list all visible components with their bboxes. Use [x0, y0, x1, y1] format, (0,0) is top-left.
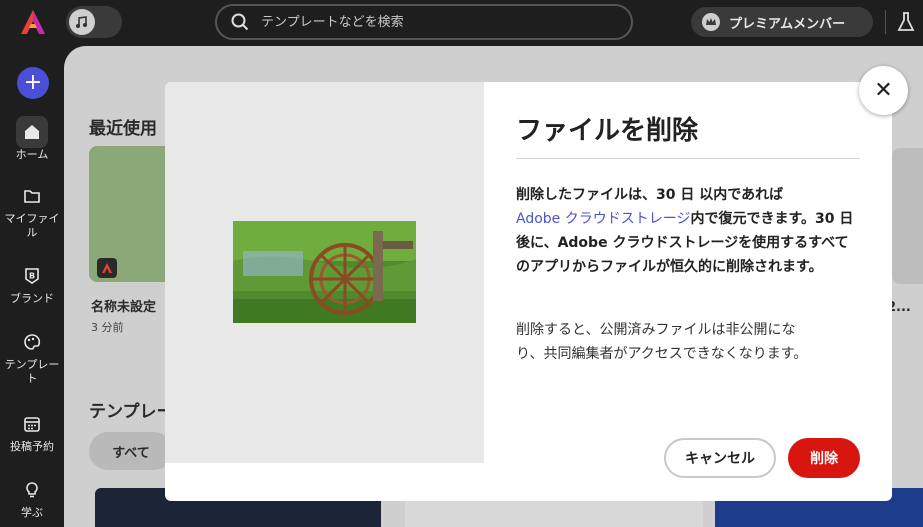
sidebar-item-label: ブランド — [10, 292, 54, 305]
recent-file-time: 3 分前 — [91, 321, 124, 334]
file-preview-image — [233, 221, 416, 323]
sidebar-item-learn[interactable]: 学ぶ — [0, 474, 64, 520]
home-icon — [25, 125, 39, 139]
preview-panel — [165, 82, 484, 463]
lightbulb-icon — [26, 482, 38, 498]
sidebar-item-my-files[interactable]: マイファイル — [0, 180, 64, 240]
delete-button[interactable]: 削除 — [788, 438, 860, 478]
sidebar-item-label: ホーム — [15, 148, 49, 161]
search-icon — [231, 13, 249, 31]
music-note-icon — [69, 9, 95, 35]
sidebar-item-schedule[interactable]: 投稿予約 — [0, 408, 64, 454]
filter-chip-all[interactable]: すべて — [89, 432, 173, 470]
dialog-title: ファイルを削除 — [516, 116, 699, 146]
close-dialog-button[interactable]: ✕ — [859, 66, 908, 115]
sidebar-item-home[interactable]: ホーム — [0, 116, 64, 162]
cancel-button[interactable]: キャンセル — [664, 438, 776, 478]
dialog-divider — [516, 158, 860, 159]
sidebar-item-label: 投稿予約 — [10, 440, 54, 453]
music-toggle[interactable] — [66, 6, 122, 38]
palette-icon — [24, 334, 41, 350]
sidebar-item-label: 学ぶ — [21, 506, 43, 519]
sidebar-item-label: テンプレート — [4, 358, 60, 385]
folder-icon — [24, 190, 40, 203]
templates-section-title: テンプレー — [89, 402, 174, 422]
premium-member-button[interactable]: プレミアムメンバー — [691, 7, 873, 37]
search-input[interactable] — [261, 12, 601, 32]
brand-icon: B — [25, 268, 39, 284]
dialog-restore-info: 削除したファイルは、30 日 以内であれば Adobe クラウドストレージ内で復元… — [516, 183, 860, 279]
dialog-unpublish-info: 削除すると、公開済みファイルは非公開になり、共同編集者がアクセスできなくなります… — [516, 322, 808, 362]
calendar-icon — [24, 417, 40, 432]
restore-info-text: 削除したファイルは、30 日 以内であれば — [516, 187, 784, 203]
svg-text:B: B — [29, 272, 35, 281]
create-button[interactable]: + — [17, 67, 49, 99]
divider — [885, 10, 886, 34]
adobe-express-badge-icon — [97, 258, 117, 278]
sidebar-item-templates[interactable]: テンプレート — [0, 326, 64, 386]
sidebar-item-label: マイファイル — [4, 212, 60, 239]
close-icon: ✕ — [874, 78, 893, 103]
flask-icon[interactable] — [897, 11, 915, 33]
recent-file-name: 名称未設定 — [91, 300, 157, 315]
cloud-storage-link[interactable]: Adobe クラウドストレージ — [516, 211, 690, 227]
sidebar-item-brand[interactable]: B ブランド — [0, 260, 64, 306]
adobe-express-logo[interactable] — [18, 7, 48, 37]
recent-section-title: 最近使用 — [89, 119, 157, 139]
recent-file-card-partial[interactable] — [892, 148, 923, 284]
top-bar: プレミアムメンバー — [0, 0, 923, 46]
crown-icon — [702, 13, 720, 31]
premium-label: プレミアムメンバー — [729, 16, 846, 32]
sidebar: + ホーム マイファイル B ブランド テンプレート 投稿予約 学ぶ — [0, 46, 64, 527]
search-bar[interactable] — [215, 4, 633, 40]
delete-file-dialog: ファイルを削除 削除したファイルは、30 日 以内であれば Adobe クラウドス… — [165, 82, 892, 501]
